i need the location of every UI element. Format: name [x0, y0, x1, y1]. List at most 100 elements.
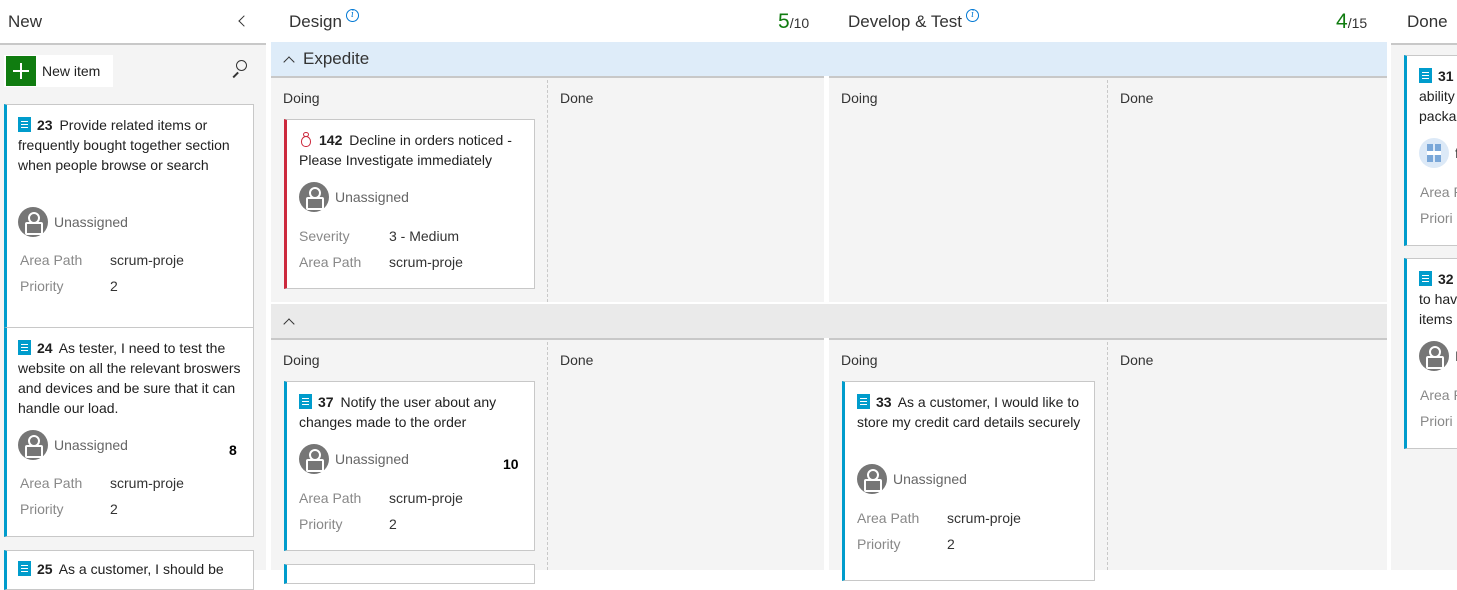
- field-label: Area P: [1420, 184, 1457, 200]
- card-title[interactable]: 142 Decline in orders noticed - Please I…: [299, 130, 531, 170]
- add-icon: [6, 56, 36, 86]
- field-area-path: Area Path scrum-proje: [299, 490, 463, 506]
- user-story-icon: [299, 394, 312, 409]
- chevron-left-icon: [238, 15, 250, 27]
- assignee[interactable]: f: [1419, 138, 1457, 168]
- card-id: 32: [1438, 271, 1454, 287]
- column-title-done: Done: [1407, 12, 1448, 31]
- field-value: scrum-proje: [110, 252, 184, 268]
- avatar-icon: [299, 444, 329, 474]
- avatar-icon: [18, 207, 48, 237]
- user-story-icon: [857, 394, 870, 409]
- field-priority: Priority 2: [299, 516, 397, 532]
- wip-max: /15: [1347, 15, 1368, 31]
- card-id: 31: [1438, 68, 1454, 84]
- field-priority: Priori: [1420, 210, 1457, 226]
- column-title-develop-test: Develop & Test: [848, 12, 963, 31]
- card-title-line: to hav: [1419, 291, 1457, 307]
- search-button[interactable]: [229, 58, 251, 80]
- wip-max: /10: [789, 15, 810, 31]
- swimlane-header-expedite[interactable]: Expedite: [271, 42, 1387, 76]
- column-header-design: Design i: [289, 0, 359, 44]
- assignee-name: Unassigned: [54, 214, 128, 230]
- chevron-up-icon: [283, 318, 295, 330]
- bug-icon: [299, 132, 312, 147]
- assignee[interactable]: Unassigned: [857, 464, 967, 494]
- work-item-card-32[interactable]: 32 to hav items I Area P Priori: [1404, 258, 1457, 449]
- assignee[interactable]: Unassigned: [299, 182, 409, 212]
- info-icon[interactable]: i: [345, 8, 359, 22]
- card-title[interactable]: 32: [1419, 269, 1457, 289]
- wip-limit-develop: 4/15: [1336, 10, 1367, 34]
- swimlane-header-default[interactable]: [271, 304, 1387, 338]
- field-value: scrum-proje: [389, 490, 463, 506]
- card-title[interactable]: 23 Provide related items or frequently b…: [18, 115, 248, 175]
- card-title-text: As a customer, I should be: [58, 561, 224, 577]
- wip-limit-design: 5/10: [778, 10, 809, 34]
- sub-column-doing: Doing: [283, 352, 320, 368]
- wip-count: 4: [1336, 10, 1348, 33]
- sub-column-doing: Doing: [841, 90, 878, 106]
- info-icon[interactable]: i: [966, 8, 980, 22]
- field-priority: Priority 2: [20, 501, 118, 517]
- sub-column-done: Done: [1120, 352, 1154, 368]
- work-item-card-23[interactable]: 23 Provide related items or frequently b…: [4, 104, 254, 343]
- field-priority: Priori: [1420, 413, 1457, 429]
- field-value: 3 - Medium: [389, 228, 460, 244]
- column-header-new: New: [8, 0, 42, 44]
- card-title[interactable]: 33 As a customer, I would like to store …: [857, 392, 1089, 432]
- field-area-path: Area Path scrum-proje: [857, 510, 1021, 526]
- work-item-card-24[interactable]: 24 As tester, I need to test the website…: [4, 327, 254, 537]
- card-title[interactable]: 37 Notify the user about any changes mad…: [299, 392, 531, 432]
- new-item-button[interactable]: New item: [4, 55, 113, 87]
- card-title[interactable]: 31: [1419, 66, 1457, 86]
- field-label: Priori: [1420, 413, 1453, 429]
- card-id: 23: [37, 117, 53, 133]
- avatar-icon: [18, 430, 48, 460]
- field-area-path: Area Path scrum-proje: [20, 475, 184, 491]
- chevron-up-icon: [283, 56, 295, 68]
- work-item-card-31[interactable]: 31 ability packag f Area P Priori: [1404, 55, 1457, 246]
- work-item-card-33[interactable]: 33 As a customer, I would like to store …: [842, 381, 1095, 581]
- assignee[interactable]: Unassigned: [18, 430, 128, 460]
- sub-column-done: Done: [1120, 90, 1154, 106]
- card-id: 37: [318, 394, 334, 410]
- field-value: 2: [110, 501, 118, 517]
- collapse-column-button[interactable]: [236, 14, 250, 28]
- field-label: Area Path: [20, 475, 83, 491]
- sub-column-done: Done: [560, 352, 594, 368]
- field-label: Priori: [1420, 210, 1453, 226]
- field-label: Priority: [20, 501, 64, 517]
- card-title[interactable]: 24 As tester, I need to test the website…: [18, 338, 248, 418]
- field-value: scrum-proje: [947, 510, 1021, 526]
- field-label: Area Path: [20, 252, 83, 268]
- card-id: 33: [876, 394, 892, 410]
- field-label: Area P: [1420, 387, 1457, 403]
- card-id: 24: [37, 340, 53, 356]
- work-item-card-142[interactable]: 142 Decline in orders noticed - Please I…: [284, 119, 535, 289]
- assignee[interactable]: Unassigned: [299, 444, 409, 474]
- assignee[interactable]: I: [1419, 341, 1457, 371]
- work-item-card-25[interactable]: 25 As a customer, I should be: [4, 550, 254, 590]
- avatar-icon: [1419, 341, 1449, 371]
- field-value: scrum-proje: [389, 254, 463, 270]
- assignee[interactable]: Unassigned: [18, 207, 128, 237]
- sub-column-doing: Doing: [283, 90, 320, 106]
- card-id: 25: [37, 561, 53, 577]
- field-area-path: Area P: [1420, 184, 1457, 200]
- column-header-done: Done: [1407, 0, 1448, 44]
- user-story-icon: [1419, 68, 1432, 83]
- field-label: Area Path: [299, 490, 362, 506]
- card-title-line: packag: [1419, 108, 1457, 124]
- work-item-card-partial[interactable]: [284, 564, 535, 584]
- field-area-path: Area Path scrum-proje: [20, 252, 184, 268]
- card-title[interactable]: 25 As a customer, I should be: [18, 559, 248, 579]
- work-item-card-37[interactable]: 37 Notify the user about any changes mad…: [284, 381, 535, 551]
- card-id: 142: [319, 132, 343, 148]
- swimlane-title: Expedite: [303, 49, 370, 68]
- field-label: Area Path: [299, 254, 362, 270]
- assignee-name: Unassigned: [54, 437, 128, 453]
- search-icon: [236, 60, 247, 71]
- assignee-name: Unassigned: [335, 189, 409, 205]
- avatar-icon: [1419, 138, 1449, 168]
